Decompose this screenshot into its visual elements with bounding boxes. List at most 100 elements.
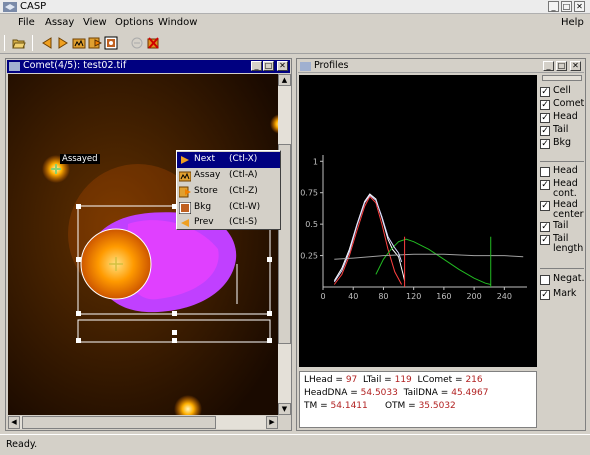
context-menu: Next (Ctl-X) Assay (Ctl-A) Store (Ctl-Z)… xyxy=(176,150,281,230)
scroll-thumb-horizontal[interactable] xyxy=(22,416,216,429)
checkbox-box[interactable] xyxy=(540,275,550,285)
prev-arrow-icon[interactable] xyxy=(40,36,54,50)
assay-icon xyxy=(179,171,191,182)
checkbox-box[interactable]: ✓ xyxy=(540,235,550,245)
context-menu-prev[interactable]: Prev (Ctl-S) xyxy=(177,215,280,231)
lcomet-label: LComet = xyxy=(417,375,463,385)
taildna-value: 45.4967 xyxy=(451,388,489,398)
ltail-value: 119 xyxy=(394,375,412,385)
bkg-icon[interactable] xyxy=(104,36,118,50)
scroll-right-arrow-icon[interactable]: ▶ xyxy=(266,416,278,429)
series-line-1 xyxy=(333,195,403,285)
comet-maximize-button[interactable]: □ xyxy=(263,61,274,71)
open-folder-icon[interactable] xyxy=(12,36,26,50)
x-tick-label: 40 xyxy=(348,292,358,301)
checkbox-box[interactable]: ✓ xyxy=(540,290,550,300)
menu-view[interactable]: View xyxy=(83,17,107,28)
window-icon xyxy=(9,62,20,71)
lcomet-value: 216 xyxy=(465,375,483,385)
scroll-left-arrow-icon[interactable]: ◀ xyxy=(8,416,20,429)
x-tick-label: 160 xyxy=(436,292,451,301)
profiles-window-title: Profiles xyxy=(314,60,349,71)
checkbox-label: Tail xyxy=(553,124,569,135)
context-menu-shortcut: (Ctl-X) xyxy=(229,154,258,164)
assay-icon[interactable] xyxy=(72,36,86,50)
context-menu-next[interactable]: Next (Ctl-X) xyxy=(177,152,280,168)
menu-help[interactable]: Help xyxy=(561,17,584,28)
stats-row-3: TM = 54.1411 OTM = 35.5032 xyxy=(304,401,456,411)
checkbox-label: Tail xyxy=(553,220,569,231)
headdna-label: HeadDNA = xyxy=(304,388,358,398)
context-menu-store[interactable]: Store (Ctl-Z) xyxy=(177,184,280,200)
toolbar xyxy=(0,32,590,54)
context-menu-label: Next xyxy=(194,154,215,164)
checkbox-label: Head center xyxy=(553,199,584,220)
close-button[interactable]: ✕ xyxy=(574,1,585,12)
profiles-maximize-button[interactable]: □ xyxy=(556,61,567,71)
menu-options[interactable]: Options xyxy=(115,17,154,28)
checkbox-label: Bkg xyxy=(553,137,572,148)
delete-icon[interactable] xyxy=(146,36,160,50)
stats-row-2: HeadDNA = 54.5033 TailDNA = 45.4967 xyxy=(304,388,488,398)
statusbar: Ready. xyxy=(0,434,590,455)
maximize-button[interactable]: □ xyxy=(561,1,572,12)
store-icon xyxy=(179,186,191,198)
options-slider[interactable] xyxy=(542,75,582,81)
checkbox-box[interactable]: ✓ xyxy=(540,201,550,211)
checkbox-label: Mark xyxy=(553,288,577,299)
minimize-button[interactable]: _ xyxy=(548,1,559,12)
profiles-close-button[interactable]: ✕ xyxy=(570,61,581,71)
checkbox-box[interactable]: ✓ xyxy=(540,113,550,123)
comet-image-canvas[interactable]: Assayed xyxy=(8,74,278,415)
series-line-3 xyxy=(334,253,524,260)
context-menu-label: Assay xyxy=(194,170,221,180)
divider xyxy=(540,268,584,269)
y-tick-label: 0.5 xyxy=(305,220,318,229)
scroll-up-arrow-icon[interactable]: ▲ xyxy=(278,74,291,86)
context-menu-label: Bkg xyxy=(194,202,212,212)
checkbox-box[interactable]: ✓ xyxy=(540,87,550,97)
profiles-window: Profiles _ □ ✕ 0.25 0.5 0.75 1 0 40 80 120 160 20… xyxy=(296,58,586,431)
checkbox-label: Head xyxy=(553,165,578,176)
context-menu-assay[interactable]: Assay (Ctl-A) xyxy=(177,168,280,184)
y-tick-label: 0.75 xyxy=(300,189,318,198)
comet-close-button[interactable]: ✕ xyxy=(277,61,288,71)
bkg-icon xyxy=(179,202,191,214)
lhead-value: 97 xyxy=(345,375,358,385)
checkbox-box[interactable]: ✓ xyxy=(540,100,550,110)
stats-panel: LHead = 97 LTail = 119 LComet = 216 Head… xyxy=(299,371,537,428)
comet-vertical-scrollbar[interactable]: ▲ ▼ xyxy=(278,74,291,415)
checkbox-label: Head xyxy=(553,111,578,122)
comet-window-title: Comet(4/5): test02.tif xyxy=(23,60,127,71)
checkbox-box[interactable]: ✓ xyxy=(540,126,550,136)
x-tick-label: 120 xyxy=(406,292,421,301)
menu-window[interactable]: Window xyxy=(158,17,197,28)
status-text: Ready. xyxy=(6,439,38,450)
context-menu-bkg[interactable]: Bkg (Ctl-W) xyxy=(177,200,280,216)
checkbox-box[interactable] xyxy=(540,167,550,177)
y-tick-label: 0.25 xyxy=(300,252,318,261)
checkbox-label: Comet xyxy=(553,98,585,109)
toolbar-separator xyxy=(4,35,5,51)
stats-row-1: LHead = 97 LTail = 119 LComet = 216 xyxy=(304,375,483,385)
checkbox-box[interactable]: ✓ xyxy=(540,139,550,149)
menu-file[interactable]: File xyxy=(18,17,35,28)
tm-value: 54.1411 xyxy=(330,401,368,411)
comet-horizontal-scrollbar[interactable]: ◀ ▶ xyxy=(8,416,278,429)
checkbox-box[interactable]: ✓ xyxy=(540,180,550,190)
checkbox-box[interactable]: ✓ xyxy=(540,222,550,232)
x-tick-label: 80 xyxy=(378,292,388,301)
scroll-down-arrow-icon[interactable]: ▼ xyxy=(278,403,291,415)
lhead-label: LHead = xyxy=(304,375,343,385)
window-icon xyxy=(300,62,311,71)
store-icon[interactable] xyxy=(88,36,102,50)
comet-minimize-button[interactable]: _ xyxy=(251,61,262,71)
profiles-minimize-button[interactable]: _ xyxy=(543,61,554,71)
profiles-window-titlebar: Profiles _ □ ✕ xyxy=(298,60,584,73)
headdna-value: 54.5033 xyxy=(360,388,398,398)
menu-assay[interactable]: Assay xyxy=(45,17,74,28)
x-tick-label: 200 xyxy=(466,292,481,301)
profile-chart: 0.25 0.5 0.75 1 0 40 80 120 160 200 240 xyxy=(299,75,537,367)
app-titlebar: CASP _ □ ✕ xyxy=(0,0,590,14)
next-arrow-icon[interactable] xyxy=(56,36,70,50)
